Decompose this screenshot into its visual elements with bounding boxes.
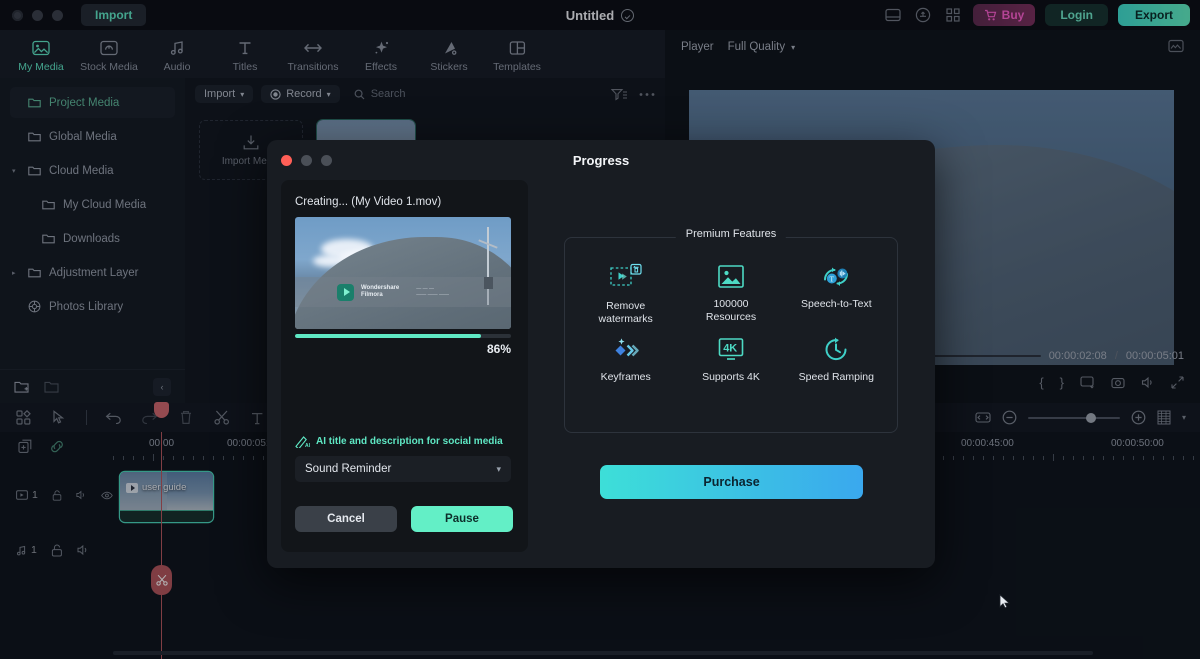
premium-features-title: Premium Features bbox=[676, 228, 786, 240]
watermark-overlay: Wondershare Filmora — — — —— —— —— bbox=[295, 277, 511, 307]
feature-label: Supports 4K bbox=[702, 371, 760, 384]
feature-supports-4k: 4K Supports 4K bbox=[678, 336, 783, 384]
premium-column: Premium Features Remove watermarks bbox=[542, 180, 920, 552]
svg-text:T: T bbox=[830, 276, 835, 284]
premium-features-grid: Remove watermarks 100000 Resources bbox=[565, 238, 897, 384]
sound-reminder-select[interactable]: Sound Reminder ▾ bbox=[295, 456, 511, 482]
image-resources-icon bbox=[716, 263, 746, 291]
feature-remove-watermarks: Remove watermarks bbox=[573, 263, 678, 326]
keyframes-icon bbox=[610, 336, 642, 364]
select-value: Sound Reminder bbox=[305, 463, 391, 475]
progress-card: Creating... (My Video 1.mov) Wondershare… bbox=[281, 180, 528, 552]
ai-title-note: AI AI title and description for social m… bbox=[295, 435, 503, 448]
watermark-text-group: Wondershare Filmora bbox=[361, 285, 399, 300]
mouse-cursor bbox=[999, 594, 1010, 609]
feature-label: Remove watermarks bbox=[599, 300, 653, 326]
purchase-button[interactable]: Purchase bbox=[600, 465, 863, 499]
remove-watermark-icon bbox=[609, 263, 643, 293]
progress-bar-fill bbox=[295, 334, 481, 338]
watermark-line2: Filmora bbox=[361, 292, 399, 300]
pause-button[interactable]: Pause bbox=[411, 506, 513, 532]
ai-note-label: AI title and description for social medi… bbox=[316, 436, 503, 447]
svg-text:AI: AI bbox=[305, 443, 310, 448]
progress-dialog: Progress Creating... (My Video 1.mov) bbox=[267, 140, 935, 568]
feature-label: Keyframes bbox=[601, 371, 651, 384]
dialog-title-bar: Progress bbox=[267, 140, 935, 180]
feature-speech-to-text: T Speech-to-Text bbox=[784, 263, 889, 326]
dialog-action-buttons: Cancel Pause bbox=[295, 506, 513, 532]
feature-resources: 100000 Resources bbox=[678, 263, 783, 326]
svg-text:4K: 4K bbox=[723, 343, 737, 355]
feature-label: Speed Ramping bbox=[799, 371, 874, 384]
4k-icon: 4K bbox=[716, 336, 746, 364]
dialog-body: Creating... (My Video 1.mov) Wondershare… bbox=[267, 180, 935, 552]
progress-percent: 86% bbox=[295, 342, 511, 356]
feature-label: 100000 Resources bbox=[706, 298, 756, 324]
cancel-button[interactable]: Cancel bbox=[295, 506, 397, 532]
render-preview-thumbnail: Wondershare Filmora — — — —— —— —— bbox=[295, 217, 511, 329]
feature-speed-ramping: Speed Ramping bbox=[784, 336, 889, 384]
feature-label: Speech-to-Text bbox=[801, 298, 872, 311]
filmora-logo-icon bbox=[337, 284, 354, 301]
speech-to-text-icon: T bbox=[820, 263, 852, 291]
feature-keyframes: Keyframes bbox=[573, 336, 678, 384]
watermark-line1: Wondershare bbox=[361, 285, 399, 293]
dialog-title: Progress bbox=[267, 153, 935, 168]
watermark-sub-group: — — — —— —— —— bbox=[406, 286, 449, 299]
creating-status-text: Creating... (My Video 1.mov) bbox=[295, 196, 514, 208]
ai-pen-icon: AI bbox=[295, 435, 310, 448]
watermark-sub2: —— —— —— bbox=[416, 292, 449, 299]
chevron-down-icon: ▾ bbox=[496, 464, 501, 475]
premium-features-panel: Premium Features Remove watermarks bbox=[564, 237, 898, 433]
speed-ramping-icon bbox=[821, 336, 851, 364]
progress-bar bbox=[295, 334, 511, 338]
app-window: Import Untitled Buy Login Export My Medi… bbox=[0, 0, 1200, 659]
